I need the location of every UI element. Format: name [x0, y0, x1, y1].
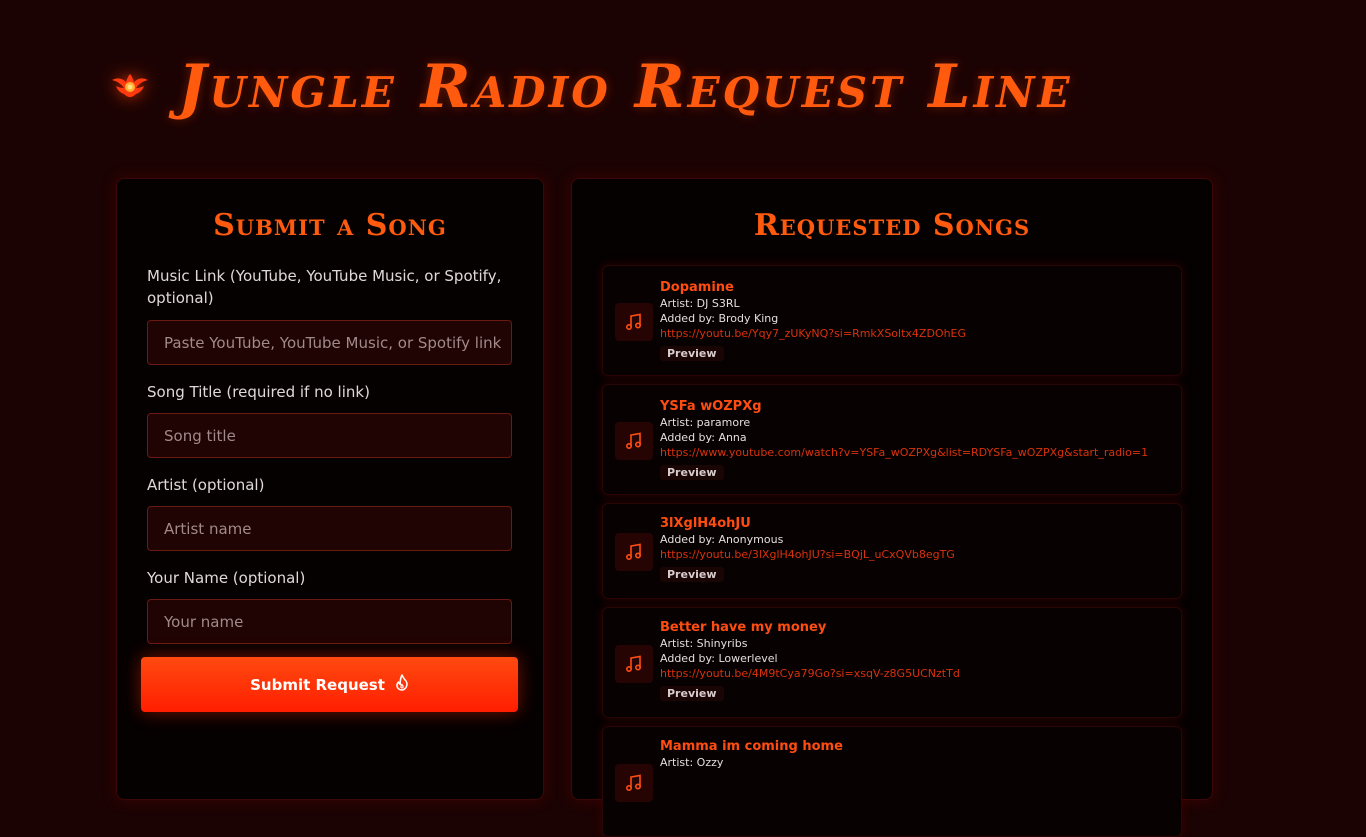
music-note-icon — [615, 645, 653, 683]
preview-button[interactable]: Preview — [660, 567, 724, 582]
page-title: Jungle Radio Request Line — [178, 52, 1073, 122]
song-link[interactable]: https://youtu.be/4M9tCya79Go?si=xsqV-z8G… — [660, 666, 1165, 682]
song-link[interactable]: https://www.youtube.com/watch?v=YSFa_wOZ… — [660, 445, 1165, 461]
song-artist: Artist: paramore — [660, 416, 751, 429]
submit-request-label: Submit Request — [250, 675, 385, 694]
song-title: Mamma im coming home — [660, 739, 843, 754]
song-added-by: Added by: Anna — [660, 431, 747, 444]
song-card: Dopamine Artist: DJ S3RL Added by: Brody… — [602, 265, 1182, 376]
song-card: Better have my money Artist: Shinyribs A… — [602, 607, 1182, 718]
glowing-emblem-icon — [108, 65, 152, 109]
music-link-label: Music Link (YouTube, YouTube Music, or S… — [147, 267, 502, 307]
song-added-by: Added by: Anonymous — [660, 533, 784, 546]
music-note-icon — [615, 764, 653, 802]
song-title: Better have my money — [660, 620, 827, 635]
song-artist: Artist: DJ S3RL — [660, 297, 740, 310]
song-title: 3lXglH4ohJU — [660, 516, 751, 531]
artist-input[interactable] — [147, 506, 512, 551]
preview-button[interactable]: Preview — [660, 346, 724, 361]
song-added-by: Added by: Lowerlevel — [660, 652, 778, 665]
song-card: YSFa wOZPXg Artist: paramore Added by: A… — [602, 384, 1182, 495]
submit-request-button[interactable]: Submit Request — [141, 657, 518, 712]
song-title-input[interactable] — [147, 413, 512, 458]
song-link[interactable]: https://youtu.be/3lXglH4ohJU?si=BQjL_uCx… — [660, 547, 1165, 563]
music-note-icon — [615, 422, 653, 460]
song-card: Mamma im coming home Artist: Ozzy — [602, 726, 1182, 837]
song-artist: Artist: Shinyribs — [660, 637, 748, 650]
music-note-icon — [615, 533, 653, 571]
song-added-by: Added by: Brody King — [660, 312, 779, 325]
your-name-label: Your Name (optional) — [147, 569, 306, 587]
your-name-input[interactable] — [147, 599, 512, 644]
preview-button[interactable]: Preview — [660, 465, 724, 480]
preview-button[interactable]: Preview — [660, 686, 724, 701]
submit-panel-title: Submit a Song — [213, 208, 447, 243]
requests-panel-title: Requested Songs — [753, 208, 1031, 243]
page-header: Jungle Radio Request Line — [108, 42, 1218, 132]
music-link-input[interactable] — [147, 320, 512, 365]
flame-icon — [395, 674, 409, 695]
song-title-label: Song Title (required if no link) — [147, 383, 370, 401]
requested-songs-panel: Requested Songs Dopamine Artist: DJ S3RL… — [571, 178, 1213, 837]
song-link[interactable]: https://youtu.be/Yqy7_zUKyNQ?si=RmkXSolt… — [660, 326, 1165, 342]
artist-label: Artist (optional) — [147, 476, 265, 494]
song-title: YSFa wOZPXg — [660, 399, 762, 414]
submit-song-panel: Submit a Song Music Link (YouTube, YouTu… — [116, 178, 544, 800]
music-note-icon — [615, 303, 653, 341]
song-card: 3lXglH4ohJU Added by: Anonymous https://… — [602, 503, 1182, 599]
song-title: Dopamine — [660, 280, 734, 295]
